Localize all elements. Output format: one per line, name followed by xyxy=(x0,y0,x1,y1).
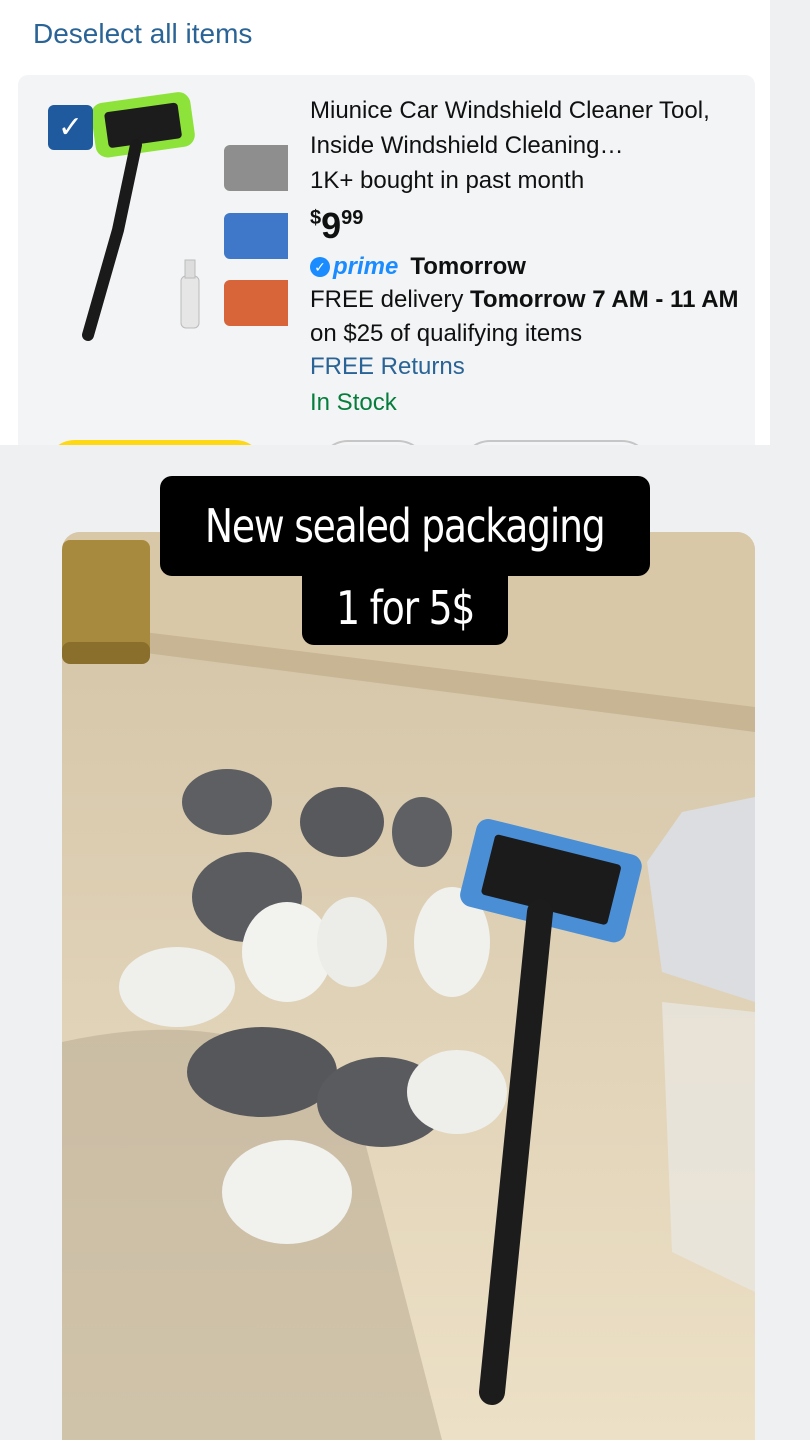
caption-line-2: 1 for 5$ xyxy=(302,570,508,645)
item-checkbox[interactable]: ✓ xyxy=(48,105,93,150)
product-price: $999 xyxy=(310,205,740,247)
prime-day: Tomorrow xyxy=(410,253,526,280)
checkmark-icon: ✓ xyxy=(57,111,84,144)
price-whole: 9 xyxy=(321,205,342,246)
caption-line-1: New sealed packaging xyxy=(160,476,650,576)
prime-check-icon: ✓ xyxy=(310,257,330,277)
item-info: Miunice Car Windshield Cleaner Tool, Ins… xyxy=(310,93,740,417)
prime-delivery-line: ✓ prime Tomorrow xyxy=(310,253,740,281)
delivery-window: Tomorrow 7 AM - 11 AM xyxy=(470,286,739,313)
free-returns-link[interactable]: FREE Returns xyxy=(310,353,740,381)
cart-panel: Deselect all items ✓ Miunice Car Windshi… xyxy=(0,0,770,445)
add-to-cart-button[interactable] xyxy=(45,440,265,445)
delivery-suffix: on $25 of qualifying items xyxy=(310,320,583,347)
delivery-info: FREE delivery Tomorrow 7 AM - 11 AM on $… xyxy=(310,283,740,351)
stock-status: In Stock xyxy=(310,389,397,416)
secondary-action-button[interactable] xyxy=(460,440,652,445)
product-photo xyxy=(62,532,755,1440)
product-title[interactable]: Miunice Car Windshield Cleaner Tool, Ins… xyxy=(310,93,740,163)
caption-line-1-text: New sealed packaging xyxy=(205,499,606,553)
cart-item[interactable]: ✓ Miunice Car Windshield Cleaner Tool, I… xyxy=(18,75,755,445)
delivery-prefix: FREE delivery xyxy=(310,286,464,313)
deselect-all-link[interactable]: Deselect all items xyxy=(33,18,252,50)
purchase-count: 1K+ bought in past month xyxy=(310,167,585,194)
caption-line-2-text: 1 for 5$ xyxy=(335,580,475,635)
price-symbol: $ xyxy=(310,207,322,229)
prime-label: prime xyxy=(333,253,399,280)
price-fraction: 99 xyxy=(341,207,364,229)
